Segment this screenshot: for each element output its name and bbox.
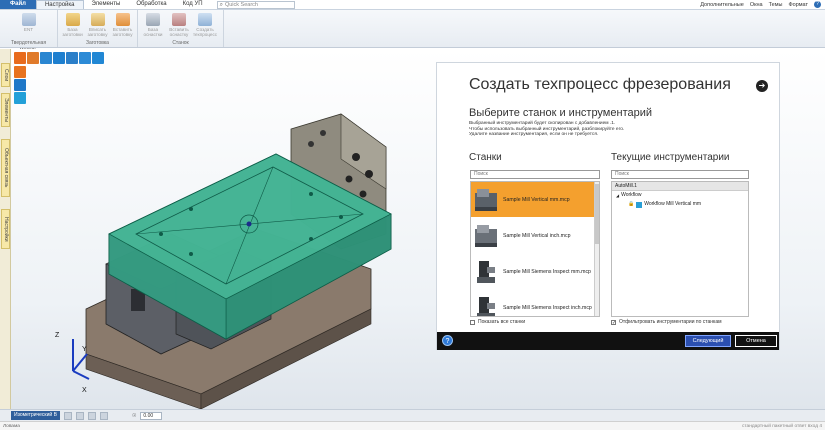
machine-item[interactable]: Sample Mill Vertical mm.mcp bbox=[471, 182, 599, 218]
arrow-right-icon[interactable]: ➔ bbox=[756, 80, 768, 92]
svg-text:Y: Y bbox=[82, 346, 87, 353]
tooling-tree[interactable]: AutoMill.1 ◢ Workflow 🔒 Workflow Mill Ve… bbox=[611, 181, 749, 317]
machine-thumbnail-icon bbox=[477, 296, 495, 316]
create-process-button[interactable]: Создать техпроцесс bbox=[193, 11, 217, 40]
tab-machining[interactable]: Обработка bbox=[128, 0, 174, 9]
machine-thumbnail-icon bbox=[475, 224, 497, 247]
menu-format[interactable]: Формат bbox=[788, 2, 808, 8]
quick-search-placeholder: Quick Search bbox=[224, 2, 258, 8]
stock-base-button[interactable]: База заготовки bbox=[61, 11, 84, 40]
fixture-base-icon bbox=[146, 13, 160, 26]
view-button-icon[interactable] bbox=[87, 411, 96, 420]
insert-fixture-icon bbox=[172, 13, 186, 26]
view-name[interactable]: Изометрический В bbox=[11, 411, 60, 420]
menu-themes[interactable]: Темы bbox=[769, 2, 783, 8]
machine-item[interactable]: Sample Mill Siemens Inspect inch.mcp bbox=[471, 290, 599, 316]
view-button-icon[interactable] bbox=[63, 411, 72, 420]
side-tab-object-link[interactable]: Объектная связь bbox=[1, 139, 10, 197]
checkbox-box[interactable] bbox=[470, 319, 475, 325]
scrollbar-thumb[interactable] bbox=[595, 184, 599, 244]
ent-icon bbox=[21, 13, 36, 26]
machine-list[interactable]: Sample Mill Vertical mm.mcp Sample Mill … bbox=[470, 181, 600, 317]
ribbon: ENT Твердотельная модель База заготовки … bbox=[0, 10, 825, 53]
machine-thumbnail-icon bbox=[477, 260, 495, 283]
search-icon: ⌕ bbox=[219, 1, 223, 8]
insert-fixture-button[interactable]: Вставить оснастку bbox=[167, 11, 191, 40]
machines-header: Станки bbox=[469, 152, 502, 163]
bottom-left-text: Ловама bbox=[3, 423, 20, 429]
ribbon-group-solid: ENT Твердотельная модель bbox=[0, 10, 58, 53]
menu-more[interactable]: Дополнительные bbox=[700, 2, 744, 8]
show-all-machines-checkbox[interactable]: Показать все станки bbox=[470, 319, 525, 325]
workflow-icon bbox=[636, 201, 643, 208]
insert-stock-button[interactable]: Вставить заготовку bbox=[111, 11, 134, 40]
machine-thumbnail-icon bbox=[475, 188, 497, 211]
machine-item[interactable]: Sample Mill Siemens Inspect mm.mcp bbox=[471, 254, 599, 290]
menu-windows[interactable]: Окна bbox=[750, 2, 763, 8]
tab-elements[interactable]: Элементы bbox=[84, 0, 129, 9]
expand-icon[interactable]: ◢ bbox=[616, 191, 619, 200]
checkbox-box-checked[interactable]: ✓ bbox=[611, 319, 616, 325]
ribbon-group-machine: База оснастки Вставить оснастку Создать … bbox=[138, 10, 224, 47]
side-tab-layers[interactable]: Слои bbox=[1, 63, 10, 87]
tab-nc-code[interactable]: Код УП bbox=[175, 0, 211, 9]
tab-setup[interactable]: Настройка bbox=[35, 0, 84, 9]
tree-row-workflow[interactable]: ◢ Workflow bbox=[612, 191, 748, 200]
ent-button[interactable]: ENT bbox=[17, 11, 41, 40]
ribbon-group-stock: База заготовки Вписать заготовку Вставит… bbox=[58, 10, 138, 47]
stock-base-icon bbox=[65, 13, 80, 26]
dialog-title: Создать техпроцесс фрезерования bbox=[469, 76, 731, 93]
zoom-input[interactable]: 0.00 bbox=[140, 411, 163, 420]
side-tabs: Слои Элементы Объектная связь Настройки bbox=[0, 49, 11, 409]
wcs-icon[interactable]: ☉ bbox=[132, 413, 136, 419]
view-button-icon[interactable] bbox=[99, 411, 108, 420]
create-milling-process-dialog: Создать техпроцесс фрезерования ➔ Выбери… bbox=[436, 62, 780, 350]
lock-icon: 🔒 bbox=[628, 201, 635, 207]
fit-stock-button[interactable]: Вписать заготовку bbox=[86, 11, 109, 40]
tree-row-workflow-mill[interactable]: 🔒 Workflow Mill Vertical mm bbox=[612, 200, 748, 209]
filter-tooling-checkbox[interactable]: ✓ Отфильтровать инструментарии по станка… bbox=[611, 319, 722, 325]
dialog-description: Выбранный инструментарий будет скопирова… bbox=[469, 121, 625, 138]
bottom-line: Ловама стандартный пакетный ответ вход 4 bbox=[0, 421, 825, 430]
create-process-icon bbox=[198, 13, 212, 26]
machine-item[interactable]: Sample Mill Vertical inch.mcp bbox=[471, 218, 599, 254]
dialog-footer: ? Следующий Отмена bbox=[437, 332, 779, 350]
next-button[interactable]: Следующий bbox=[685, 335, 731, 347]
side-tab-settings[interactable]: Настройки bbox=[1, 209, 10, 249]
dialog-subtitle: Выберите станок и инструментарий bbox=[469, 107, 653, 119]
help-icon[interactable]: ? bbox=[442, 335, 453, 346]
menu-right: Дополнительные Окна Темы Формат ? bbox=[700, 0, 825, 9]
fit-stock-icon bbox=[90, 13, 105, 26]
menu-bar: Файл Настройка Элементы Обработка Код УП… bbox=[0, 0, 825, 10]
tooling-header: Текущие инструментарии bbox=[611, 152, 730, 163]
tooling-tree-head[interactable]: AutoMill.1 bbox=[612, 182, 748, 191]
cancel-button[interactable]: Отмена bbox=[735, 335, 777, 347]
help-icon[interactable]: ? bbox=[814, 1, 821, 8]
machine-list-scrollbar[interactable] bbox=[594, 182, 599, 316]
machine-search-input[interactable]: Поиск bbox=[470, 170, 600, 179]
insert-stock-icon bbox=[115, 13, 130, 26]
svg-text:Z: Z bbox=[55, 332, 60, 339]
fixture-base-button[interactable]: База оснастки bbox=[141, 11, 165, 40]
status-bar: Изометрический В ☉ 0.00 bbox=[0, 409, 825, 421]
view-button-icon[interactable] bbox=[75, 411, 84, 420]
bottom-right-text: стандартный пакетный ответ вход 4 bbox=[742, 423, 822, 429]
svg-text:X: X bbox=[82, 387, 87, 394]
tooling-search-input[interactable]: Поиск bbox=[611, 170, 749, 179]
quick-search-input[interactable]: ⌕ Quick Search bbox=[216, 1, 295, 9]
side-tab-elements[interactable]: Элементы bbox=[1, 93, 10, 127]
tab-file[interactable]: Файл bbox=[0, 0, 36, 9]
